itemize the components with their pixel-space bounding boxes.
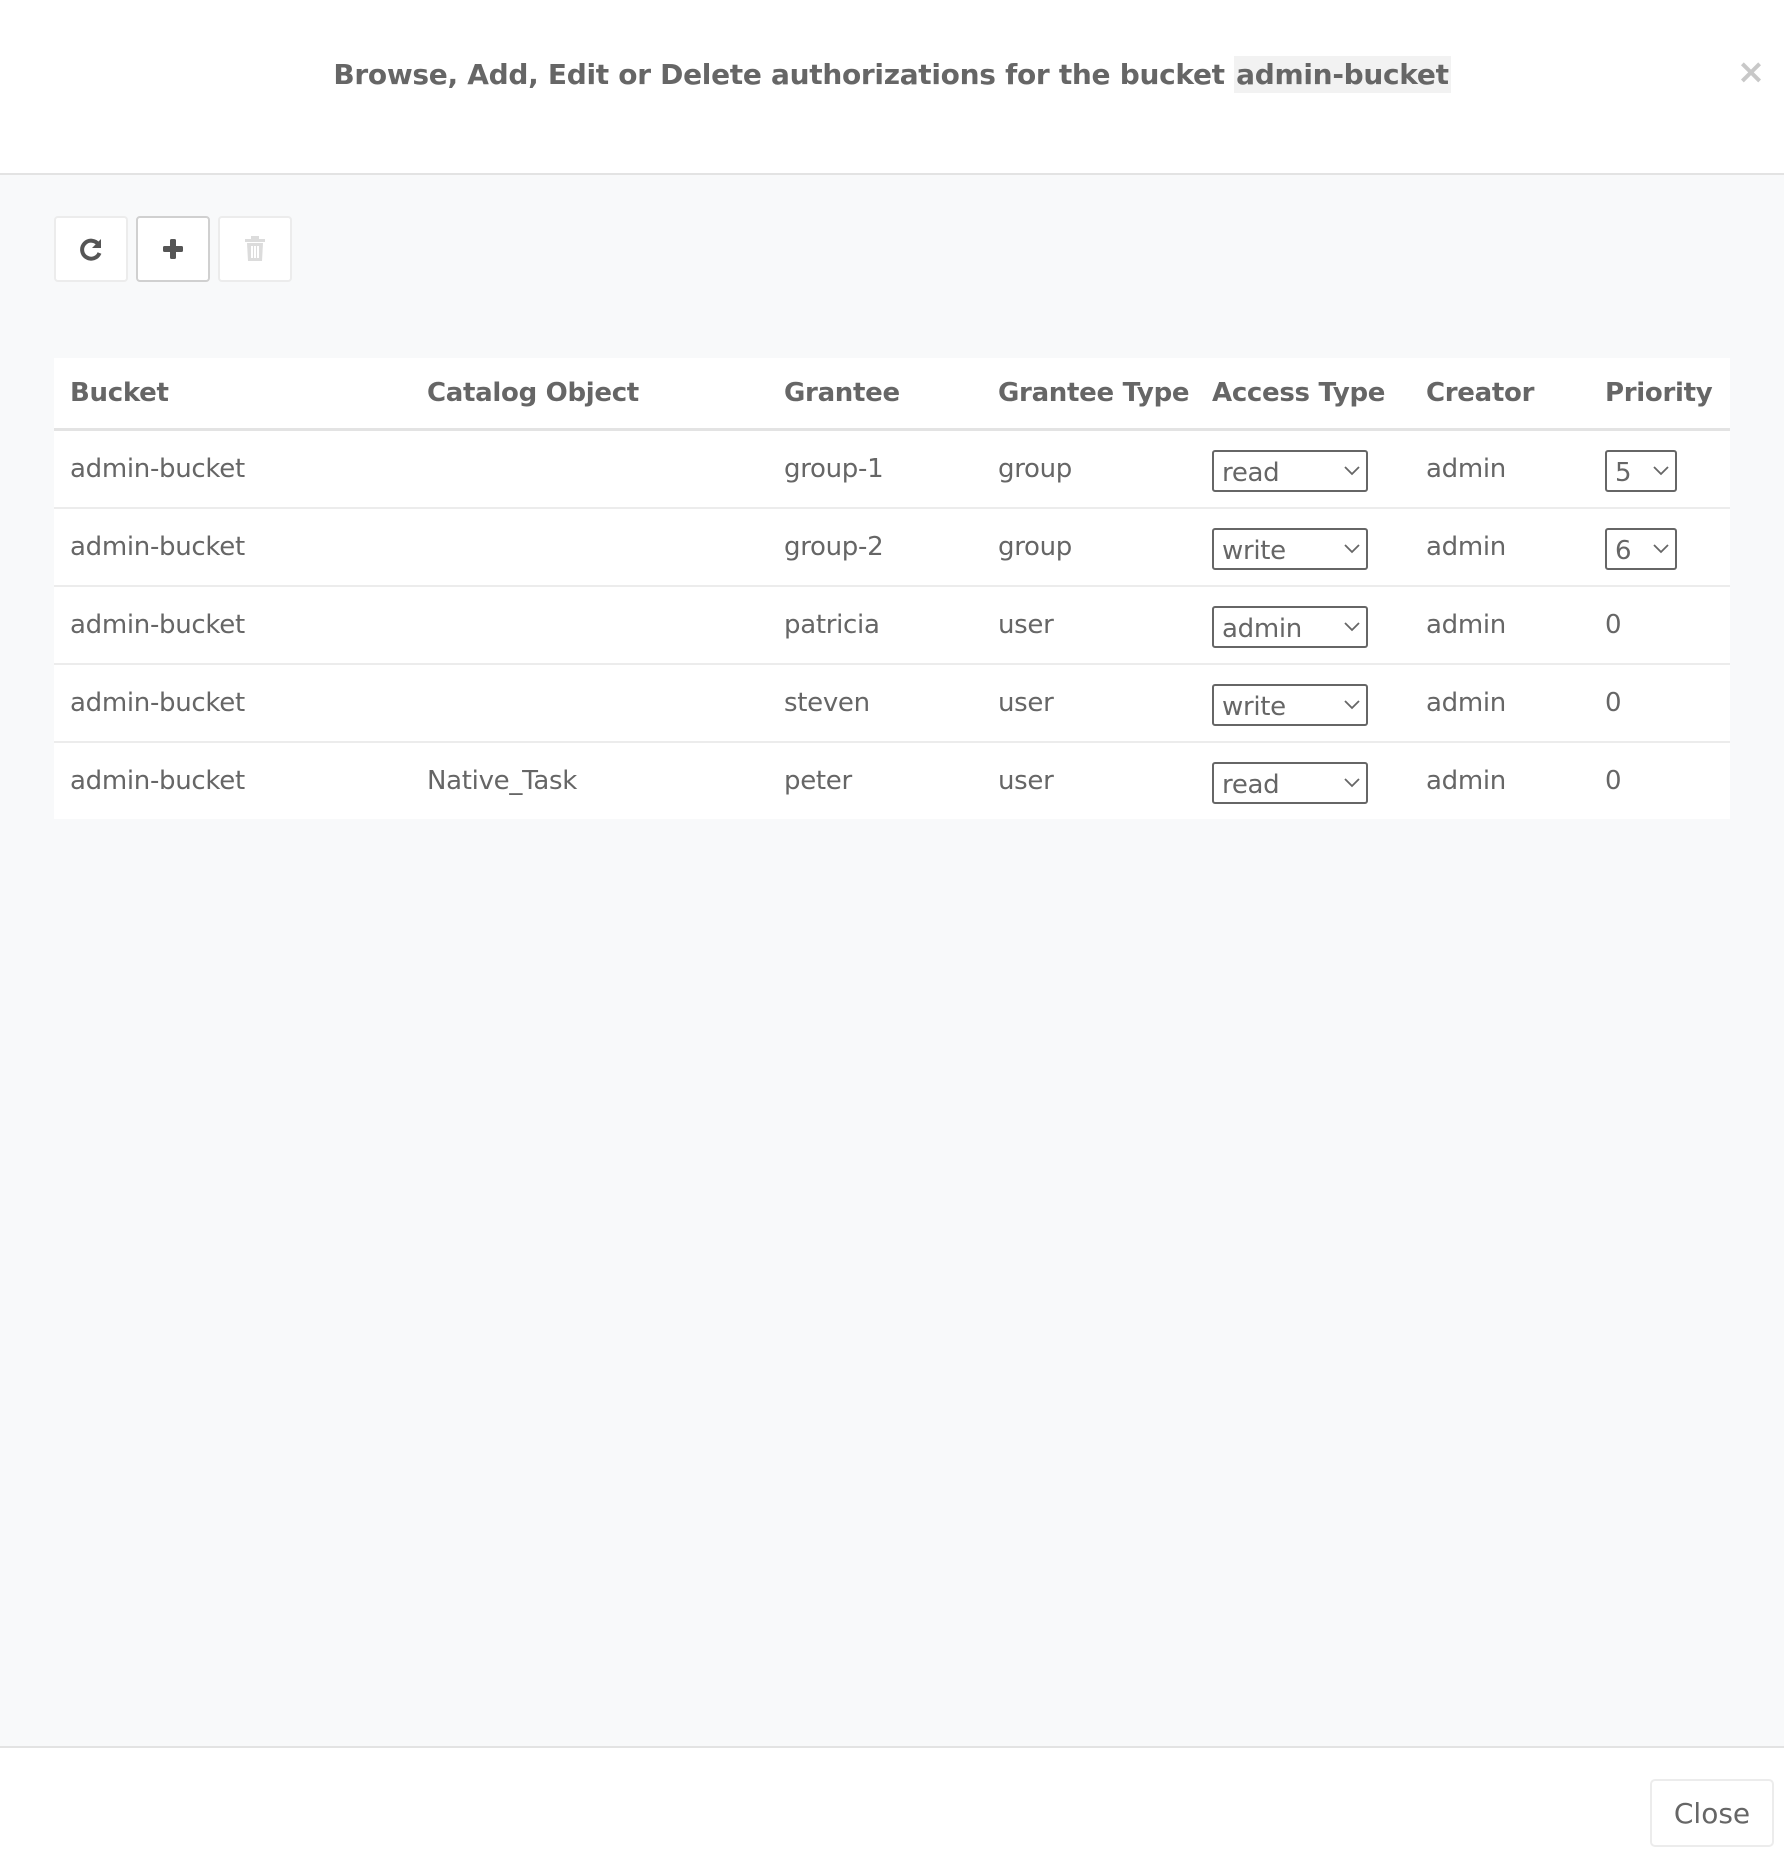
cell-catalog-object (411, 664, 768, 743)
cell-catalog-object: Native_Task (427, 766, 577, 796)
table-row[interactable]: admin-bucket patricia user admin admin 0 (54, 586, 1730, 665)
column-header-access-type[interactable]: Access Type (1196, 358, 1410, 431)
priority-select[interactable]: 5 (1605, 450, 1677, 492)
cell-creator: admin (1426, 766, 1506, 796)
cell-bucket: admin-bucket (54, 664, 411, 743)
cell-access-type: read (1196, 742, 1410, 819)
cell-catalog-object (411, 586, 768, 665)
priority-value: 6 (1615, 536, 1632, 566)
cell-access-type: write (1196, 508, 1410, 587)
column-header-grantee-type[interactable]: Grantee Type (982, 358, 1196, 431)
cell-access-type: write (1196, 664, 1410, 743)
cell-priority: 6 (1589, 508, 1730, 587)
column-header-grantee[interactable]: Grantee (768, 358, 982, 431)
chevron-down-icon (1344, 466, 1360, 476)
cell-grantee-type: user (982, 664, 1196, 743)
cell-grantee: group-1 (768, 429, 982, 509)
authorizations-table: Bucket Catalog Object Grantee Grantee Ty… (54, 358, 1730, 819)
cell-grantee: patricia (768, 586, 982, 665)
refresh-button[interactable] (54, 216, 128, 282)
modal-body: Bucket Catalog Object Grantee Grantee Ty… (0, 175, 1784, 1748)
cell-grantee-type: user (982, 586, 1196, 665)
column-header-creator[interactable]: Creator (1410, 358, 1589, 431)
authorizations-modal: Browse, Add, Edit or Delete authorizatio… (0, 0, 1784, 1868)
cell-creator: admin (1410, 586, 1589, 665)
access-type-value: read (1222, 458, 1280, 488)
chevron-down-icon (1653, 544, 1669, 554)
chevron-down-icon (1344, 622, 1360, 632)
cell-grantee-type: group (982, 508, 1196, 587)
access-type-value: read (1222, 770, 1280, 800)
priority-value: 5 (1615, 458, 1632, 488)
modal-title: Browse, Add, Edit or Delete authorizatio… (0, 56, 1784, 93)
cell-priority: 0 (1605, 766, 1622, 796)
column-header-priority[interactable]: Priority (1589, 358, 1730, 431)
delete-button[interactable] (218, 216, 292, 282)
cell-catalog-object (411, 429, 768, 509)
cell-grantee: steven (768, 664, 982, 743)
cell-priority: 0 (1589, 586, 1730, 665)
cell-bucket: admin-bucket (54, 429, 411, 509)
modal-header: Browse, Add, Edit or Delete authorizatio… (0, 0, 1784, 175)
title-prefix: Browse, Add, Edit or Delete authorizatio… (333, 58, 1235, 91)
toolbar (54, 216, 292, 282)
column-header-bucket[interactable]: Bucket (54, 358, 411, 431)
refresh-icon (80, 238, 102, 261)
access-type-value: write (1222, 536, 1286, 566)
table-row[interactable]: admin-bucket group-2 group write admin 6 (54, 508, 1730, 587)
close-icon[interactable]: × (1736, 54, 1766, 90)
cell-grantee-type: user (998, 766, 1054, 796)
cell-grantee: group-2 (768, 508, 982, 587)
access-type-select[interactable]: admin (1212, 606, 1368, 648)
column-header-catalog-object[interactable]: Catalog Object (411, 358, 768, 431)
cell-bucket: admin-bucket (70, 766, 245, 796)
add-button[interactable] (136, 216, 210, 282)
chevron-down-icon (1344, 700, 1360, 710)
plus-icon (163, 239, 183, 259)
table-row[interactable]: admin-bucket group-1 group read admin 5 (54, 429, 1730, 509)
chevron-down-icon (1344, 778, 1360, 788)
cell-grantee-type: group (982, 429, 1196, 509)
chevron-down-icon (1344, 544, 1360, 554)
cell-creator: admin (1410, 664, 1589, 743)
access-type-select[interactable]: read (1212, 450, 1368, 492)
bucket-name: admin-bucket (1234, 56, 1451, 93)
cell-catalog-object (411, 508, 768, 587)
cell-priority: 0 (1589, 664, 1730, 743)
cell-priority: 5 (1589, 429, 1730, 509)
cell-creator: admin (1410, 429, 1589, 509)
chevron-down-icon (1653, 466, 1669, 476)
table-row[interactable]: admin-bucket Native_Task peter user read… (54, 742, 1730, 819)
cell-bucket: admin-bucket (54, 586, 411, 665)
access-type-select[interactable]: read (1212, 762, 1368, 804)
cell-grantee: peter (784, 766, 852, 796)
cell-access-type: admin (1196, 586, 1410, 665)
cell-creator: admin (1410, 508, 1589, 587)
table-row[interactable]: admin-bucket steven user write admin 0 (54, 664, 1730, 743)
access-type-value: admin (1222, 614, 1302, 644)
modal-footer: Close (0, 1748, 1784, 1868)
trash-icon (245, 236, 265, 261)
cell-access-type: read (1196, 429, 1410, 509)
close-button[interactable]: Close (1650, 1779, 1774, 1847)
priority-select[interactable]: 6 (1605, 528, 1677, 570)
cell-bucket: admin-bucket (54, 508, 411, 587)
access-type-select[interactable]: write (1212, 528, 1368, 570)
table-header-row: Bucket Catalog Object Grantee Grantee Ty… (54, 358, 1730, 431)
access-type-select[interactable]: write (1212, 684, 1368, 726)
access-type-value: write (1222, 692, 1286, 722)
